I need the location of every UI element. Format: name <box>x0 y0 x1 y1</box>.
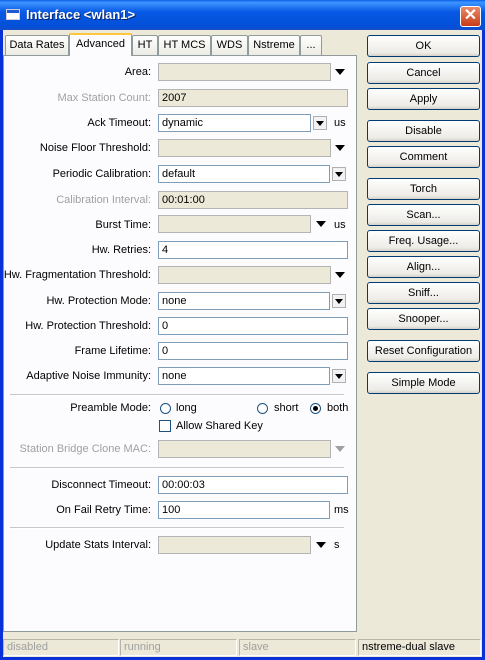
ack-timeout-dropdown-icon[interactable] <box>313 116 327 130</box>
hw-fragmentation-threshold-field[interactable] <box>158 266 331 284</box>
burst-time-arrow-icon[interactable] <box>316 221 326 227</box>
scan-button[interactable]: Scan... <box>367 204 480 226</box>
hw-protection-mode-dropdown-icon[interactable] <box>332 294 346 308</box>
hw-protection-mode-select[interactable]: none <box>158 292 330 310</box>
periodic-calibration-dropdown-icon[interactable] <box>332 167 346 181</box>
separator <box>10 527 344 529</box>
disconnect-timeout-field[interactable]: 00:00:03 <box>158 476 348 494</box>
status-slave: slave <box>239 639 356 656</box>
tab-more[interactable]: ... <box>300 35 322 55</box>
tab-ht-mcs[interactable]: HT MCS <box>158 35 211 55</box>
title-bar: Interface <wlan1> ✕ <box>0 0 485 30</box>
station-bridge-clone-mac-arrow-icon <box>335 446 345 452</box>
preamble-long-radio[interactable] <box>160 403 171 414</box>
max-station-count-label: Max Station Count: <box>57 92 151 104</box>
status-disabled: disabled <box>3 639 119 656</box>
frame-lifetime-field[interactable]: 0 <box>158 342 348 360</box>
station-bridge-clone-mac-field <box>158 440 331 458</box>
ack-timeout-unit: us <box>334 117 346 129</box>
update-stats-interval-field[interactable] <box>158 536 311 554</box>
torch-button[interactable]: Torch <box>367 178 480 200</box>
window-title: Interface <wlan1> <box>26 7 136 22</box>
preamble-short-label: short <box>274 402 299 414</box>
tab-data-rates[interactable]: Data Rates <box>5 35 69 55</box>
calibration-interval-field: 00:01:00 <box>158 191 348 209</box>
adaptive-noise-immunity-dropdown-icon[interactable] <box>332 369 346 383</box>
calibration-interval-label: Calibration Interval: <box>56 194 151 206</box>
preamble-mode-label: Preamble Mode: <box>70 402 151 414</box>
hw-protection-mode-arrow-icon <box>335 299 343 304</box>
ack-timeout-label: Ack Timeout: <box>87 117 151 129</box>
adaptive-noise-immunity-label: Adaptive Noise Immunity: <box>26 370 151 382</box>
preamble-long-label: long <box>176 402 197 414</box>
adaptive-noise-immunity-select[interactable]: none <box>158 367 330 385</box>
on-fail-retry-time-field[interactable]: 100 <box>158 501 330 519</box>
frame-lifetime-label: Frame Lifetime: <box>74 345 151 357</box>
comment-button[interactable]: Comment <box>367 146 480 168</box>
area-dropdown-arrow-icon[interactable] <box>335 69 345 75</box>
hw-protection-mode-label: Hw. Protection Mode: <box>46 295 151 307</box>
hw-fragmentation-threshold-label: Hw. Fragmentation Threshold: <box>3 269 151 281</box>
separator <box>10 394 344 396</box>
burst-time-unit: us <box>334 219 346 231</box>
station-bridge-clone-mac-label: Station Bridge Clone MAC: <box>19 443 151 455</box>
apply-button[interactable]: Apply <box>367 88 480 110</box>
allow-shared-key-label: Allow Shared Key <box>176 420 263 432</box>
burst-time-field[interactable] <box>158 215 311 233</box>
align-button[interactable]: Align... <box>367 256 480 278</box>
periodic-calibration-select[interactable]: default <box>158 165 330 183</box>
max-station-count-field: 2007 <box>158 89 348 107</box>
area-label: Area: <box>124 66 151 78</box>
tab-ht[interactable]: HT <box>132 35 158 55</box>
hw-retries-field[interactable]: 4 <box>158 241 348 259</box>
adaptive-noise-immunity-arrow-icon <box>335 374 343 379</box>
status-mode: nstreme-dual slave <box>358 639 481 656</box>
periodic-calibration-label: Periodic Calibration: <box>52 168 151 180</box>
simple-mode-button[interactable]: Simple Mode <box>367 372 480 394</box>
freq-usage-button[interactable]: Freq. Usage... <box>367 230 480 252</box>
reset-configuration-button[interactable]: Reset Configuration <box>367 340 480 362</box>
disconnect-timeout-label: Disconnect Timeout: <box>51 479 151 491</box>
area-select[interactable] <box>158 63 331 81</box>
tab-wds[interactable]: WDS <box>211 35 248 55</box>
update-stats-interval-unit: s <box>334 539 340 551</box>
hw-protection-threshold-label: Hw. Protection Threshold: <box>25 320 151 332</box>
sniff-button[interactable]: Sniff... <box>367 282 480 304</box>
update-stats-interval-arrow-icon[interactable] <box>316 542 326 548</box>
preamble-both-radio[interactable] <box>310 403 321 414</box>
on-fail-retry-time-unit: ms <box>334 504 349 516</box>
close-button[interactable]: ✕ <box>460 6 481 27</box>
disable-button[interactable]: Disable <box>367 120 480 142</box>
cancel-button[interactable]: Cancel <box>367 62 480 84</box>
preamble-both-label: both <box>327 402 349 414</box>
preamble-short-radio[interactable] <box>257 403 268 414</box>
separator <box>10 467 344 469</box>
allow-shared-key-checkbox[interactable] <box>159 420 171 432</box>
ack-timeout-arrow-icon <box>316 121 324 126</box>
noise-floor-threshold-field[interactable] <box>158 139 331 157</box>
hw-retries-label: Hw. Retries: <box>91 244 151 256</box>
snooper-button[interactable]: Snooper... <box>367 308 480 330</box>
periodic-calibration-arrow-icon <box>335 172 343 177</box>
noise-floor-threshold-label: Noise Floor Threshold: <box>39 142 151 154</box>
tab-nstreme[interactable]: Nstreme <box>248 35 300 55</box>
hw-fragmentation-threshold-arrow-icon[interactable] <box>335 272 345 278</box>
tab-advanced[interactable]: Advanced <box>69 33 132 56</box>
window-icon <box>6 9 20 20</box>
noise-floor-threshold-arrow-icon[interactable] <box>335 145 345 151</box>
ack-timeout-field[interactable]: dynamic <box>158 114 311 132</box>
update-stats-interval-label: Update Stats Interval: <box>45 539 151 551</box>
hw-protection-threshold-field[interactable]: 0 <box>158 317 348 335</box>
ok-button[interactable]: OK <box>367 35 480 57</box>
burst-time-label: Burst Time: <box>95 219 151 231</box>
status-running: running <box>120 639 237 656</box>
on-fail-retry-time-label: On Fail Retry Time: <box>56 504 151 516</box>
